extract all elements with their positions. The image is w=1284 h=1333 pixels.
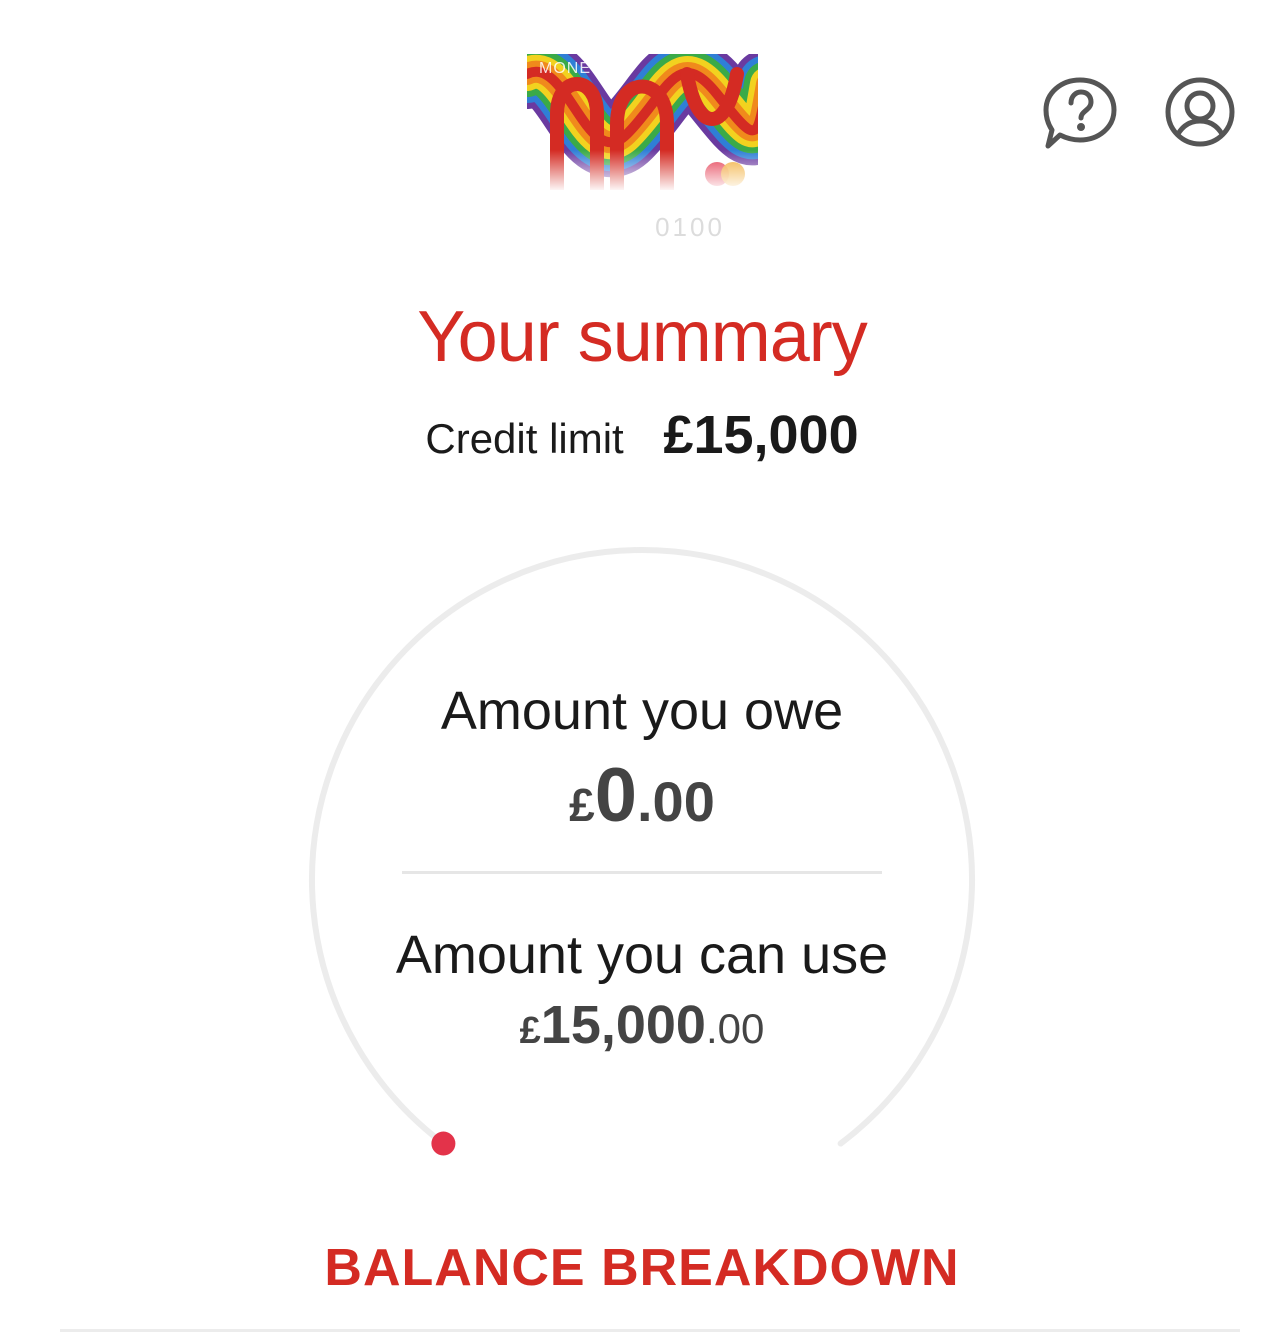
profile-icon xyxy=(1164,76,1236,153)
owe-decimal: .00 xyxy=(637,770,715,833)
help-chat-icon xyxy=(1042,74,1118,155)
card-number-faded: 0100 xyxy=(655,212,725,242)
help-button[interactable] xyxy=(1040,74,1120,154)
gauge-divider xyxy=(402,871,882,874)
card-fade-overlay xyxy=(527,150,758,210)
amount-available-label: Amount you can use xyxy=(395,925,889,985)
owe-currency: £ xyxy=(569,779,595,831)
use-decimal: .00 xyxy=(705,1005,765,1052)
balance-gauge xyxy=(309,547,975,1156)
page-title: Your summary xyxy=(417,297,868,377)
amount-available-value: £15,000.00 xyxy=(0,994,1284,1056)
profile-button[interactable] xyxy=(1160,74,1240,154)
amount-owe-label: Amount you owe xyxy=(440,681,844,741)
amount-owe-value: £0.00 xyxy=(0,752,1284,839)
bottom-divider xyxy=(60,1329,1240,1332)
gauge-indicator-dot xyxy=(431,1131,456,1156)
credit-limit-row: Credit limit £15,000 xyxy=(0,404,1284,466)
owe-whole: 0 xyxy=(594,753,637,838)
credit-limit-label: Credit limit xyxy=(425,415,624,462)
card-brand-text: MONEY xyxy=(539,60,603,77)
use-currency: £ xyxy=(519,1010,541,1052)
use-whole: 15,000 xyxy=(540,995,706,1055)
credit-limit-value: £15,000 xyxy=(663,405,859,465)
balance-breakdown-link[interactable]: BALANCE BREAKDOWN xyxy=(0,1238,1284,1298)
